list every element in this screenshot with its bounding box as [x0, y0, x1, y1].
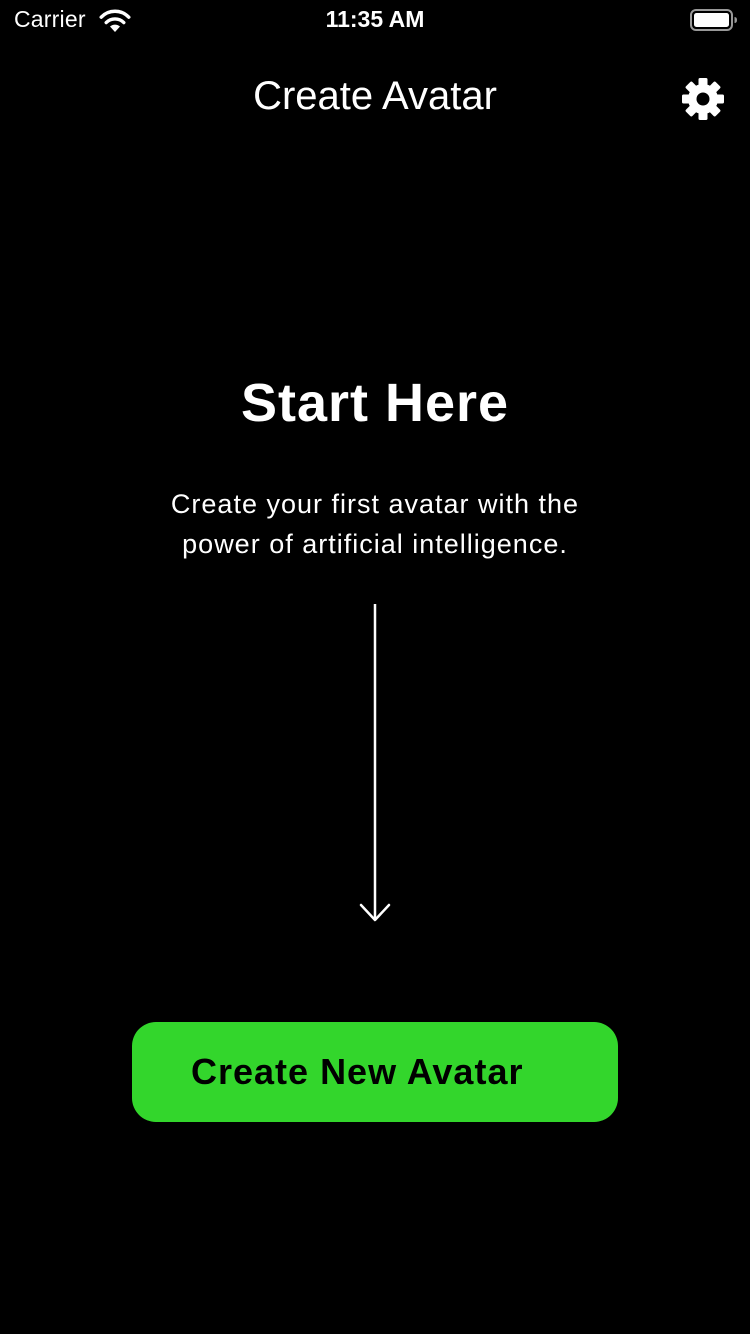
intro-text-line-1: Create your first avatar with the [170, 489, 580, 519]
clock: 11:35 AM [325, 6, 425, 32]
gear-icon[interactable] [680, 76, 726, 122]
start-here-heading: Start Here [240, 373, 510, 433]
intro-text: Create your first avatar with the power … [140, 484, 610, 564]
status-bar: Carrier 11:35 AM [0, 0, 750, 40]
page-title: Create Avatar [253, 74, 497, 118]
create-new-avatar-label: Create New Avatar [191, 1051, 524, 1092]
navigation-bar: Create Avatar [0, 60, 750, 136]
battery-icon [690, 9, 737, 31]
arrow-down-icon [359, 604, 391, 922]
create-new-avatar-button[interactable]: Create New Avatar [132, 1022, 618, 1122]
intro-text-line-2: power of artificial intelligence. [182, 529, 568, 559]
